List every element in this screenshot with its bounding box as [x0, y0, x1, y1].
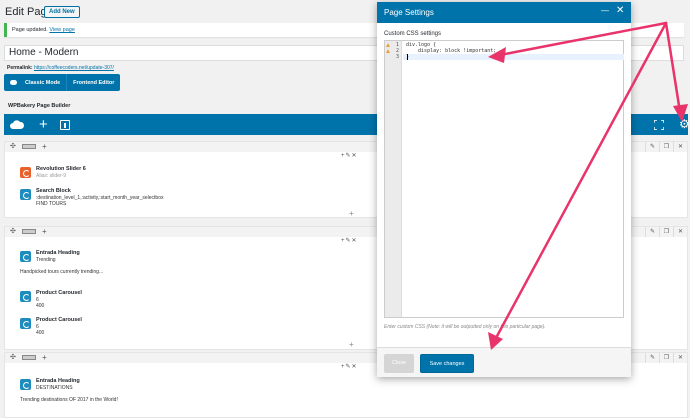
permalink-label: Permalink: — [7, 65, 33, 71]
add-new-button[interactable]: Add New — [44, 6, 80, 18]
revolution-slider-icon — [20, 167, 31, 178]
cloud-icon[interactable] — [10, 120, 24, 130]
element-text: Handpicked tours currently trending... — [20, 269, 104, 275]
row-layout-icon[interactable] — [22, 355, 36, 360]
minimize-icon[interactable]: — — [601, 6, 609, 15]
row-layout-icon[interactable] — [22, 144, 36, 149]
template-icon[interactable] — [60, 120, 70, 130]
cloud-icon — [10, 80, 17, 85]
element-name: Search Block — [36, 188, 71, 194]
element-name: Revolution Slider 6 — [36, 166, 86, 172]
close-button[interactable]: Close — [384, 354, 414, 373]
element-text: Trending destinations OF 2017 in the Wor… — [20, 397, 118, 403]
element-name: Product Carousel — [36, 290, 82, 296]
code-line: display: block !important; — [406, 48, 497, 54]
wpb-logo-button[interactable]: Classic Mode — [4, 74, 66, 91]
add-element-plus-icon[interactable]: + — [39, 116, 48, 133]
view-page-link[interactable]: View page — [49, 27, 75, 33]
close-icon[interactable]: ✕ — [616, 5, 624, 17]
clone-row-icon[interactable]: ❐ — [659, 353, 673, 363]
text-cursor — [407, 54, 408, 60]
element-name: Product Carousel — [36, 317, 82, 323]
css-help-note: Enter custom CSS (Note: it will be outpu… — [384, 324, 546, 330]
element-sub: Trending — [36, 257, 56, 263]
custom-css-editor[interactable]: 1 2 3 div.logo { display: block !importa… — [384, 40, 624, 318]
element-sub: Alias: slider-9 — [36, 173, 67, 179]
page-settings-modal: Page Settings — ✕ Custom CSS settings 1 … — [377, 2, 631, 377]
row-controls: ✎ ❐ ✕ — [645, 353, 687, 363]
active-line — [403, 54, 624, 60]
css-settings-label: Custom CSS settings — [384, 31, 442, 37]
element-sub2: 400 — [36, 303, 45, 309]
notice-text: Page updated. — [12, 27, 48, 33]
element-name: Entrada Heading — [36, 378, 80, 384]
modal-header: Page Settings — ✕ — [377, 2, 631, 23]
annotation-arrow — [664, 21, 688, 122]
add-element-plus-icon[interactable]: + — [349, 209, 354, 218]
element-name: Entrada Heading — [36, 250, 80, 256]
gear-icon[interactable]: ⚙ — [679, 117, 690, 131]
row-controls: ✎ ❐ ✕ — [645, 142, 687, 152]
classic-mode-button[interactable]: Classic Mode — [25, 80, 60, 86]
row-controls: ✎ ❐ ✕ — [645, 227, 687, 237]
column-controls[interactable]: +✎✕ — [341, 363, 358, 370]
heading-icon — [20, 379, 31, 390]
edit-row-icon[interactable]: ✎ — [645, 353, 659, 363]
product-carousel-icon — [20, 291, 31, 302]
save-changes-button[interactable]: Save changes — [420, 354, 474, 373]
add-column-plus-icon[interactable]: + — [42, 142, 47, 152]
modal-title: Page Settings — [384, 8, 434, 17]
clone-row-icon[interactable]: ❐ — [659, 227, 673, 237]
add-column-plus-icon[interactable]: + — [42, 227, 47, 237]
editor-mode-bar: Classic Mode Frontend Editor — [4, 74, 121, 91]
line-gutter — [385, 41, 402, 317]
add-column-plus-icon[interactable]: + — [42, 353, 47, 363]
drag-handle-icon[interactable]: ✣ — [10, 353, 16, 363]
drag-handle-icon[interactable]: ✣ — [10, 142, 16, 152]
column-controls[interactable]: +✎✕ — [341, 152, 358, 159]
heading-icon — [20, 251, 31, 262]
edit-row-icon[interactable]: ✎ — [645, 227, 659, 237]
permalink-url[interactable]: https://coffeecoders.net/update-307/ — [34, 65, 114, 71]
permalink: Permalink: https://coffeecoders.net/upda… — [7, 65, 114, 71]
fullscreen-icon[interactable] — [654, 120, 664, 130]
edit-row-icon[interactable]: ✎ — [645, 142, 659, 152]
drag-handle-icon[interactable]: ✣ — [10, 227, 16, 237]
frontend-editor-button[interactable]: Frontend Editor — [66, 74, 120, 91]
product-carousel-icon — [20, 318, 31, 329]
modal-footer: Close Save changes — [377, 347, 631, 377]
column-controls[interactable]: +✎✕ — [341, 237, 358, 244]
delete-row-icon[interactable]: ✕ — [673, 142, 687, 152]
search-block-icon — [20, 189, 31, 200]
builder-title: WPBakery Page Builder — [8, 103, 71, 109]
row-layout-icon[interactable] — [22, 229, 36, 234]
delete-row-icon[interactable]: ✕ — [673, 353, 687, 363]
line-number: 3 — [395, 54, 399, 60]
add-element-plus-icon[interactable]: + — [349, 340, 354, 349]
element-sub2: 400 — [36, 330, 45, 336]
clone-row-icon[interactable]: ❐ — [659, 142, 673, 152]
element-sub2: FIND TOURS — [36, 201, 67, 207]
delete-row-icon[interactable]: ✕ — [673, 227, 687, 237]
element-sub: DESTINATIONS — [36, 385, 73, 391]
